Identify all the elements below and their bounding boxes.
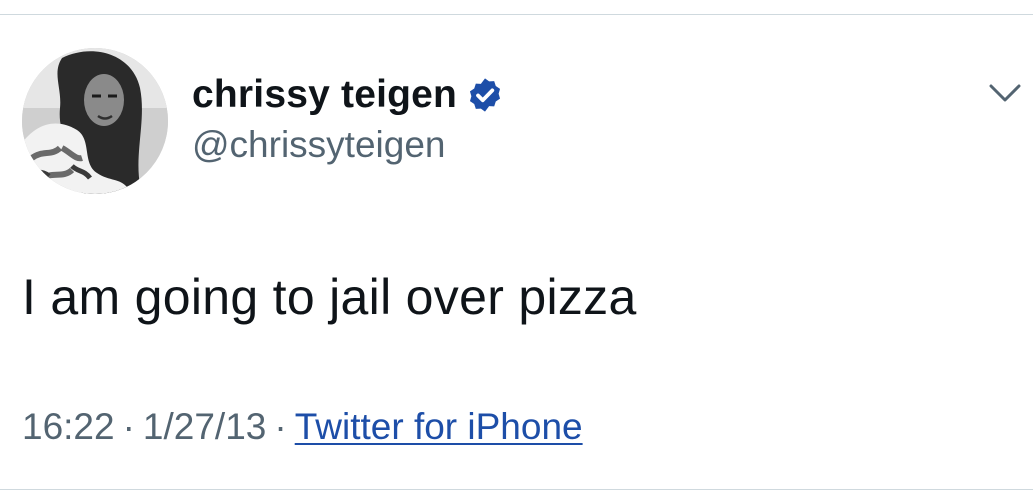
meta-separator: ·: [274, 406, 287, 447]
avatar-image: [22, 48, 168, 194]
tweet-text: I am going to jail over pizza: [22, 269, 637, 325]
display-name-row[interactable]: chrissy teigen: [192, 70, 504, 120]
top-divider: [0, 14, 1033, 15]
avatar[interactable]: [22, 48, 168, 194]
meta-separator: ·: [122, 406, 135, 447]
tweet-time[interactable]: 16:22: [22, 406, 115, 448]
verified-badge-icon: [466, 76, 504, 114]
display-name[interactable]: chrissy teigen: [192, 73, 457, 117]
user-handle[interactable]: @chrissyteigen: [192, 124, 446, 166]
tweet-source-link[interactable]: Twitter for iPhone: [295, 406, 583, 448]
tweet-card: chrissy teigen @chrissyteigen I am going…: [0, 0, 1033, 493]
bottom-divider: [0, 489, 1033, 490]
tweet-date[interactable]: 1/27/13: [143, 406, 266, 448]
chevron-down-icon[interactable]: [985, 78, 1025, 108]
tweet-meta: 16:22 · 1/27/13 · Twitter for iPhone: [22, 406, 583, 448]
